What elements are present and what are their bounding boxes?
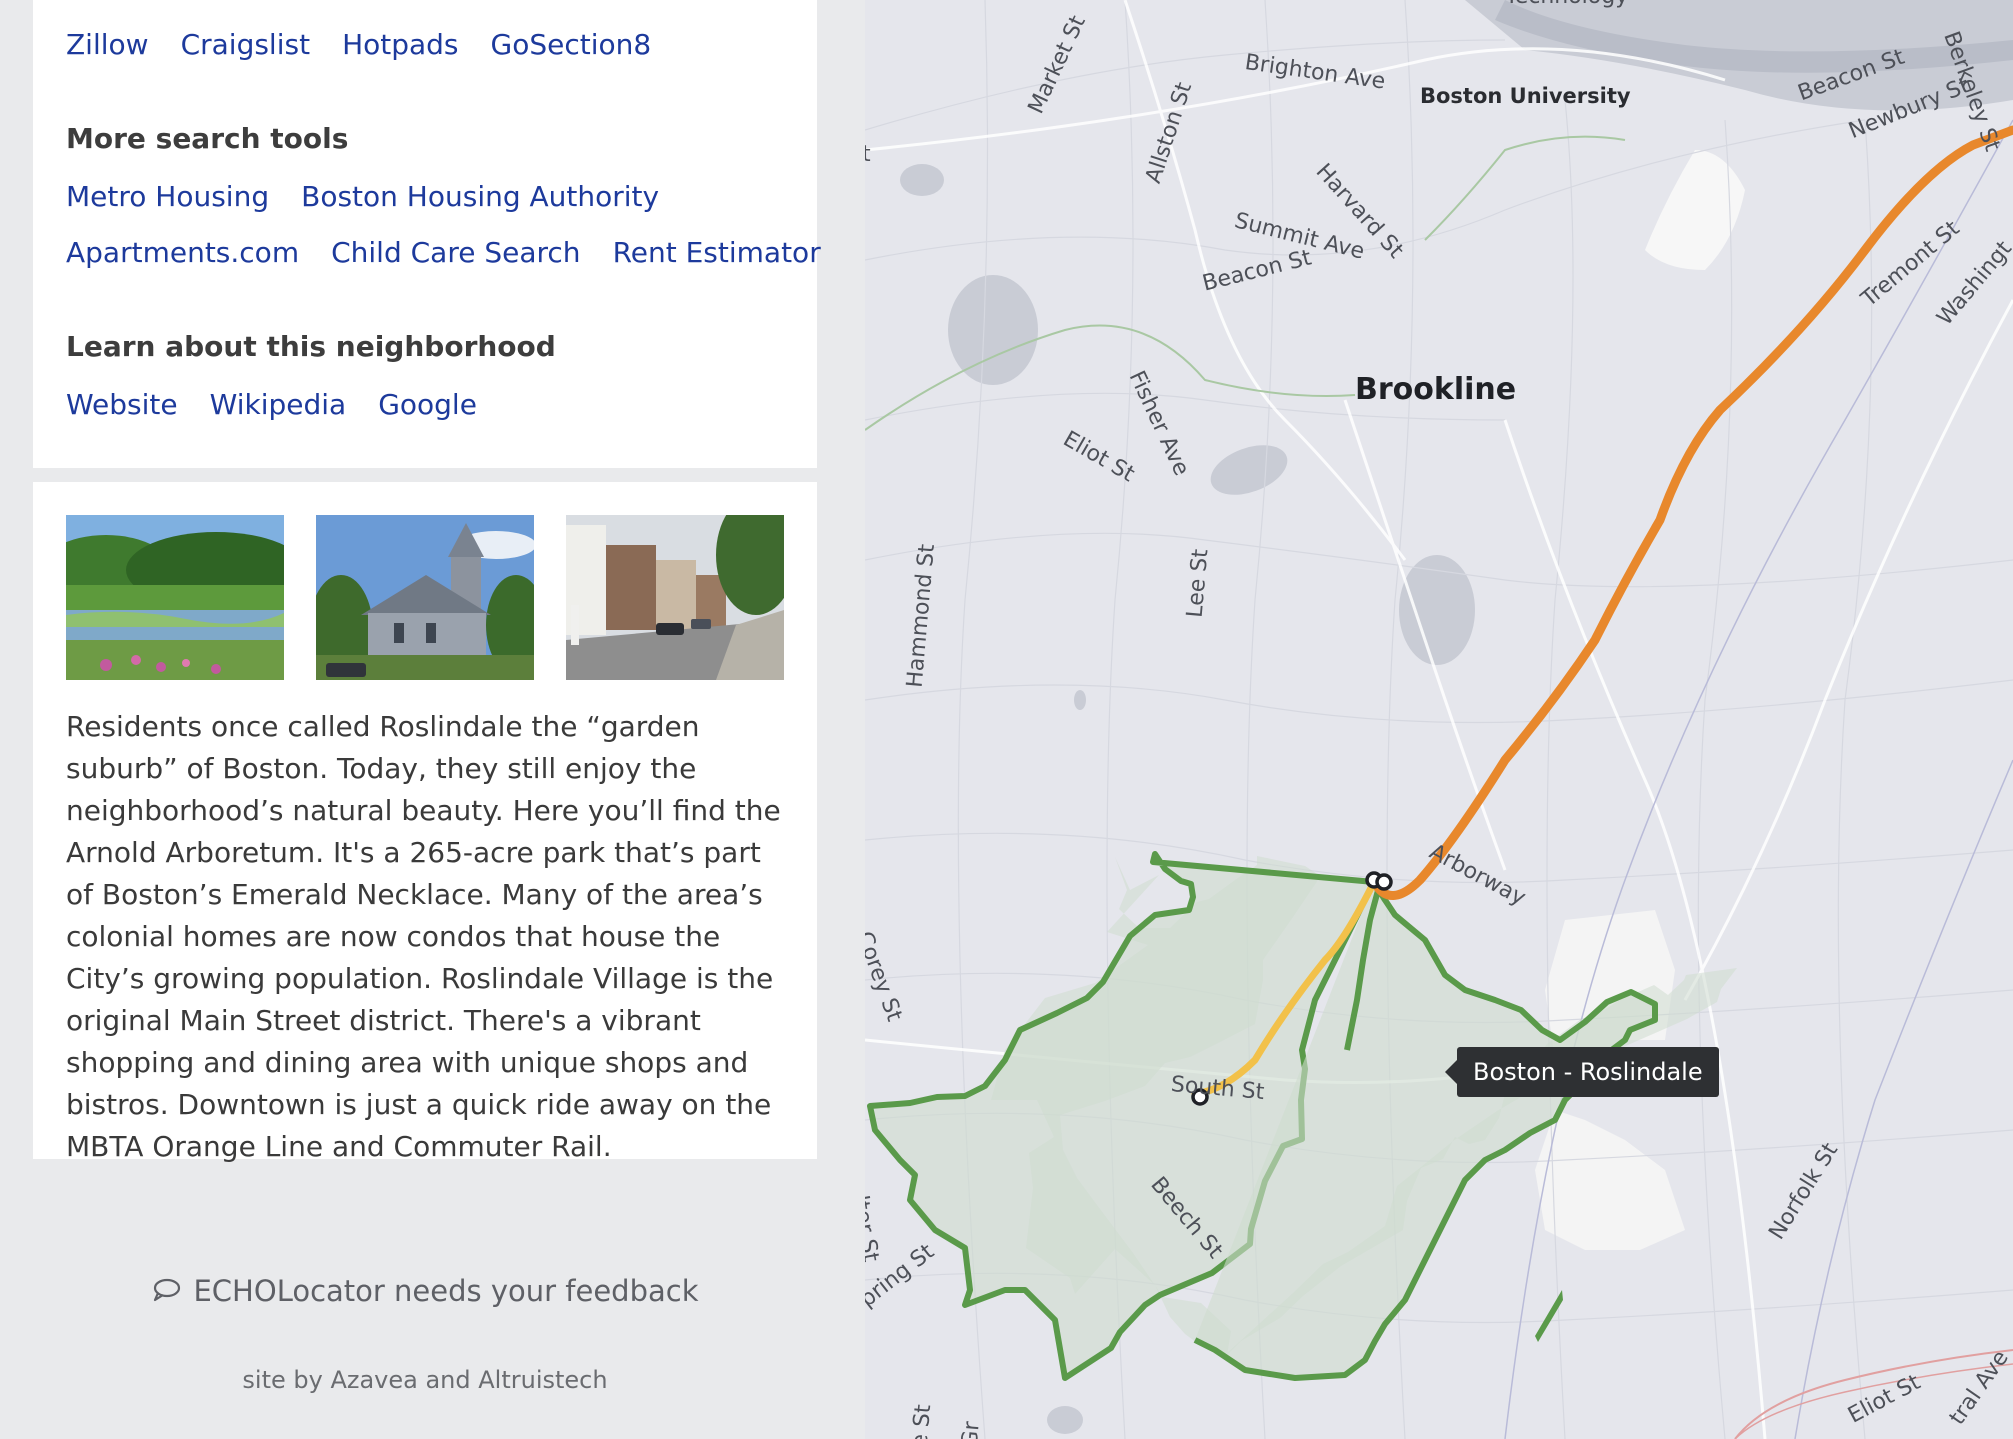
link-metro-housing[interactable]: Metro Housing	[66, 180, 269, 213]
map-label-brookline: Brookline	[1355, 372, 1517, 407]
primary-search-links: Zillow Craigslist Hotpads GoSection8	[66, 28, 651, 61]
link-wikipedia[interactable]: Wikipedia	[210, 388, 347, 421]
link-google[interactable]: Google	[378, 388, 477, 421]
map[interactable]: t Technology Brighton Ave Market St Bost…	[865, 0, 2013, 1439]
search-links-card: Zillow Craigslist Hotpads GoSection8 Mor…	[33, 0, 821, 468]
map-label-gr-edge: Gr	[957, 1420, 985, 1439]
more-tools-row-2: Apartments.com Child Care Search Rent Es…	[66, 236, 821, 269]
left-panel: Zillow Craigslist Hotpads GoSection8 Mor…	[0, 0, 865, 1439]
photo-church[interactable]	[316, 515, 534, 680]
link-child-care-search[interactable]: Child Care Search	[331, 236, 580, 269]
map-label-boston-university: Boston University	[1420, 84, 1631, 108]
link-hotpads[interactable]: Hotpads	[342, 28, 458, 61]
link-boston-housing-authority[interactable]: Boston Housing Authority	[301, 180, 659, 213]
learn-neighborhood-heading: Learn about this neighborhood	[66, 330, 556, 363]
map-label-st-edge: t	[865, 142, 871, 167]
link-website[interactable]: Website	[66, 388, 178, 421]
photo-street[interactable]	[566, 515, 784, 680]
link-craigslist[interactable]: Craigslist	[181, 28, 311, 61]
feedback-text: ECHOLocator needs your feedback	[193, 1274, 699, 1308]
link-rent-estimator[interactable]: Rent Estimator	[613, 236, 821, 269]
map-base-layer	[865, 0, 2013, 1439]
learn-links: Website Wikipedia Google	[66, 388, 477, 421]
neighborhood-about-card: Residents once called Roslindale the “ga…	[33, 482, 817, 1163]
link-apartments-com[interactable]: Apartments.com	[66, 236, 299, 269]
speech-bubble-icon	[151, 1276, 181, 1310]
site-credit: site by Azavea and Altruistech	[242, 1366, 608, 1394]
neighborhood-description: Residents once called Roslindale the “ga…	[66, 710, 781, 1163]
photo-strip	[66, 515, 784, 680]
link-gosection8[interactable]: GoSection8	[491, 28, 652, 61]
feedback-link[interactable]: ECHOLocator needs your feedback	[0, 1274, 850, 1310]
map-label-e-st: e St	[907, 1403, 937, 1439]
link-zillow[interactable]: Zillow	[66, 28, 149, 61]
more-search-tools-heading: More search tools	[66, 122, 349, 155]
neighborhood-tooltip: Boston - Roslindale	[1445, 1047, 1719, 1097]
map-label-technology: Technology	[1505, 0, 1628, 9]
more-tools-row-1: Metro Housing Boston Housing Authority	[66, 180, 659, 213]
photo-arboretum-pond[interactable]	[66, 515, 284, 680]
